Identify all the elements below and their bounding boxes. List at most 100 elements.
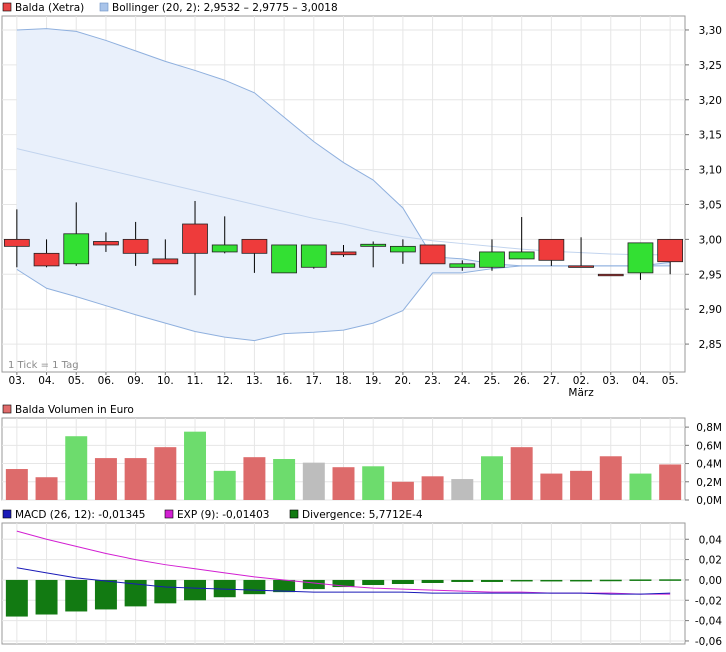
x-tick-label: 20. [395, 375, 412, 387]
candle-body [152, 258, 179, 265]
volume-bar [599, 456, 622, 500]
candle-body [330, 251, 357, 256]
divergence-bar [540, 579, 563, 582]
x-tick-label: 06. [98, 375, 115, 387]
volume-bar [302, 462, 325, 500]
y-tick-label: 2,85 [699, 339, 722, 351]
divergence-bar [65, 579, 88, 612]
x-tick-label: 17. [305, 375, 322, 387]
y-tick-label: 0,4M [696, 459, 722, 471]
candle-body [241, 238, 268, 254]
candle-body [122, 238, 149, 254]
volume-bar [154, 447, 177, 500]
candle-body [597, 273, 624, 277]
price-panel: 3,30 3,25 3,20 3,15 3,10 3,05 3,00 2,95 2,90 2,85… [1, 15, 722, 399]
macd-panel: 0,04 0,02 0,00 -0,02 -0,04 -0,06 [1, 522, 723, 648]
price-legend: Balda (Xetra) Bollinger (20, 2): 2,9532 … [2, 2, 338, 14]
candle-body [360, 243, 387, 247]
divergence-bar [421, 579, 444, 583]
candle-body [63, 233, 90, 265]
y-tick-label: -0,04 [695, 616, 722, 628]
y-tick-label: 0,02 [699, 555, 722, 567]
x-tick-label: 10. [157, 375, 174, 387]
divergence-bar [154, 579, 177, 604]
divergence-bar [570, 579, 593, 582]
volume-bar [510, 447, 533, 500]
y-tick-label: 3,15 [699, 130, 722, 142]
candle-body [271, 244, 297, 274]
divergence-bar [659, 579, 682, 581]
candle-body [182, 223, 208, 254]
x-tick-label: 19. [365, 375, 382, 387]
volume-bar [540, 473, 563, 500]
divergence-bar [243, 579, 266, 595]
y-tick-label: 0,00 [699, 575, 722, 587]
volume-legend-swatch [2, 404, 12, 414]
divergence-bar [391, 579, 414, 585]
volume-bar [273, 459, 296, 500]
candle-body [211, 244, 238, 253]
y-tick-label: 3,00 [699, 234, 722, 246]
candle-body [627, 242, 654, 274]
candle-body [568, 265, 594, 268]
candle-body [3, 238, 30, 247]
tick-note: 1 Tick = 1 Tag [8, 360, 79, 371]
divergence-bar [35, 579, 58, 615]
volume-bar [243, 457, 266, 500]
y-tick-label: 3,20 [699, 95, 722, 107]
volume-bar [213, 470, 236, 500]
x-tick-label: 24. [454, 375, 471, 387]
divergence-bar [599, 579, 622, 582]
x-tick-label: 09. [127, 375, 144, 387]
x-tick-label: 12. [216, 375, 233, 387]
candle-body [419, 244, 446, 265]
y-tick-label: -0,02 [695, 595, 722, 607]
x-tick-label: 05. [68, 375, 85, 387]
volume-bar [35, 477, 58, 500]
candle-body [33, 252, 60, 267]
y-tick-label: 3,05 [699, 199, 722, 211]
volume-bar [451, 479, 474, 500]
x-tick-label: 11. [187, 375, 204, 387]
volume-bar [65, 436, 88, 500]
y-tick-label: -0,06 [695, 636, 722, 648]
volume-bar [480, 456, 503, 500]
volume-bar [362, 466, 385, 500]
y-tick-label: 3,10 [699, 165, 722, 177]
divergence-bar [184, 579, 207, 601]
candle-body [538, 238, 565, 261]
volume-bar [391, 481, 414, 500]
volume-bar [421, 476, 444, 500]
y-tick-label: 2,95 [699, 269, 722, 281]
bollinger-legend-label: Bollinger (20, 2): 2,9532 – 2,9775 – 3,0… [112, 2, 338, 14]
divergence-bar [629, 579, 652, 581]
divergence-bar [273, 579, 296, 593]
volume-bar [332, 467, 355, 500]
x-tick-label: 26. [513, 375, 530, 387]
price-legend-label: Balda (Xetra) [15, 2, 84, 14]
x-sublabel: März [568, 387, 594, 399]
y-tick-label: 0,04 [699, 534, 723, 546]
macd-legend-swatch [2, 509, 12, 519]
y-tick-label: 0,0M [696, 495, 722, 507]
candle-body [508, 251, 535, 260]
x-tick-label: 02. [573, 375, 590, 387]
candle-body [657, 238, 684, 263]
macd-legend: MACD (26, 12): -0,01345 EXP (9): -0,0140… [2, 509, 423, 521]
y-tick-label: 3,25 [699, 60, 722, 72]
bollinger-legend-swatch [99, 2, 109, 12]
x-tick-label: 04. [38, 375, 55, 387]
x-tick-label: 27. [543, 375, 560, 387]
divergence-bar [510, 579, 533, 582]
y-tick-label: 0,8M [696, 422, 722, 434]
y-tick-label: 0,2M [696, 477, 722, 489]
x-tick-label: 25. [484, 375, 501, 387]
divergence-legend-label: Divergence: 5,7712E-4 [302, 509, 423, 521]
divergence-bar [362, 579, 385, 586]
x-tick-label: 13. [246, 375, 263, 387]
volume-bar [5, 469, 28, 500]
macd-legend-label: MACD (26, 12): -0,01345 [15, 509, 146, 521]
candle-body [300, 244, 327, 268]
x-tick-label: 03. [8, 375, 25, 387]
divergence-bar [5, 579, 28, 617]
